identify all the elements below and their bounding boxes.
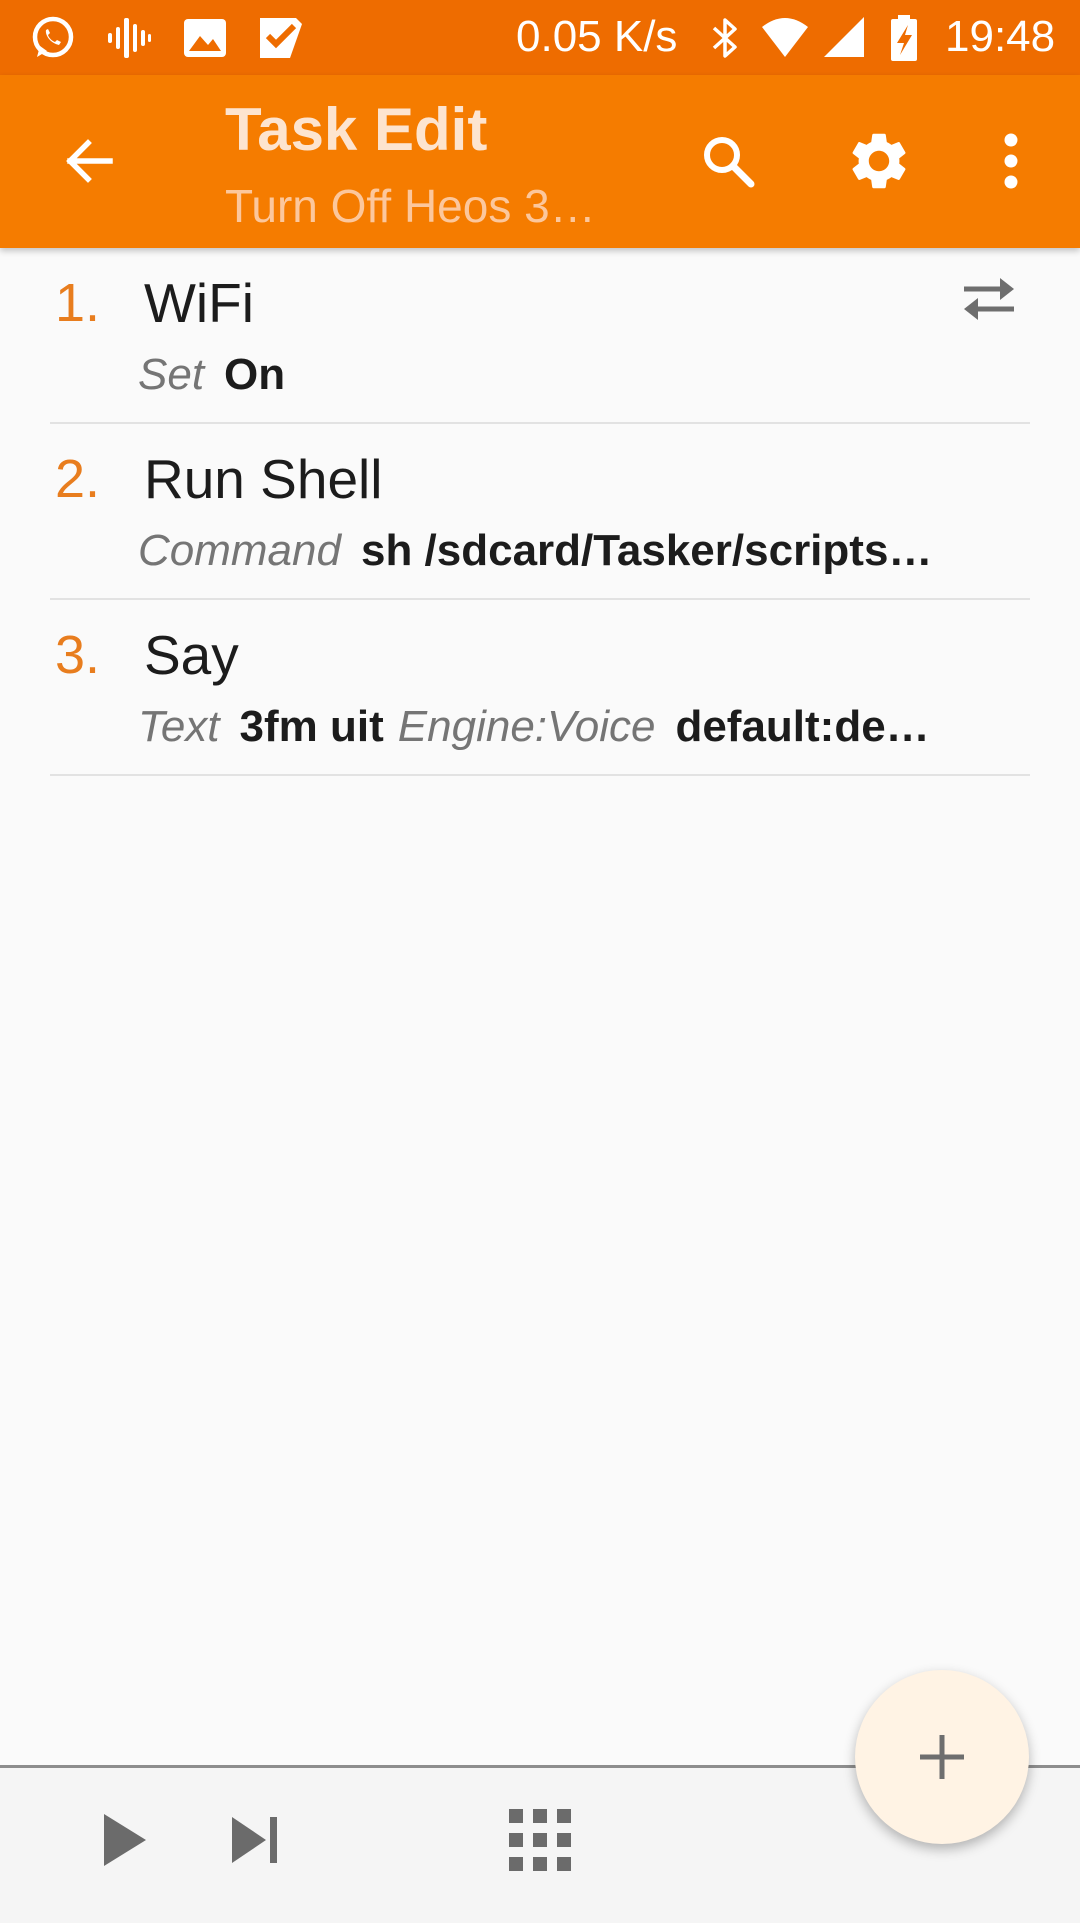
param-label: Command [138, 526, 341, 575]
tasks-icon [256, 13, 306, 63]
status-bar: 0.05 K/s 19:48 [0, 0, 1080, 75]
step-button[interactable] [208, 1792, 304, 1888]
param-value: On [224, 350, 286, 399]
param-label: Set [138, 350, 205, 399]
voice-icon [104, 13, 154, 63]
settings-button[interactable] [831, 113, 927, 209]
action-number: 2. [55, 449, 101, 509]
play-button[interactable] [76, 1792, 172, 1888]
param-value: 3fm uit [239, 702, 384, 751]
action-params: Text 3fm uit Engine:Voice default:de… [138, 700, 944, 754]
gallery-icon [180, 13, 230, 63]
param-label: Text [138, 702, 220, 751]
app-bar: Task Edit Turn Off Heos 3… [0, 75, 1080, 248]
more-vert-icon [1004, 133, 1018, 189]
action-item-run-shell[interactable]: 2. Run Shell Command sh /sdcard/Tasker/sc… [0, 424, 1080, 600]
action-name: Run Shell [144, 448, 383, 510]
apps-grid-icon [509, 1809, 571, 1871]
action-number: 3. [55, 625, 101, 685]
action-item-say[interactable]: 3. Say Text 3fm uit Engine:Voice default:de… [0, 600, 1080, 776]
plus-icon [920, 1735, 964, 1779]
param-value: default:de… [675, 702, 930, 751]
play-icon [104, 1814, 146, 1866]
page-title: Task Edit [225, 96, 488, 163]
signal-icon [820, 13, 870, 63]
wifi-icon [760, 13, 810, 63]
back-arrow-icon [66, 139, 113, 183]
param-value: sh /sdcard/Tasker/scripts… [360, 526, 933, 575]
search-button[interactable] [680, 113, 776, 209]
overflow-menu-button[interactable] [963, 113, 1059, 209]
gear-icon [852, 133, 906, 189]
bluetooth-icon [700, 13, 750, 63]
action-item-wifi[interactable]: 1. WiFi Set On [0, 248, 1080, 424]
action-params: Command sh /sdcard/Tasker/scripts… [138, 524, 946, 578]
actions-grid-button[interactable] [492, 1792, 588, 1888]
action-number: 1. [55, 273, 101, 333]
action-name: Say [144, 624, 239, 686]
clock: 19:48 [945, 12, 1056, 61]
action-name: WiFi [144, 272, 254, 334]
battery-charging-icon [880, 13, 930, 63]
whatsapp-icon [28, 13, 78, 63]
divider [50, 774, 1030, 776]
swap-icon[interactable] [956, 268, 1022, 328]
action-list: 1. WiFi Set On 2. Run Shell Command sh /sd… [0, 248, 1080, 776]
search-icon [704, 137, 755, 188]
add-action-button[interactable] [855, 1670, 1029, 1844]
network-speed: 0.05 K/s [516, 12, 678, 61]
param-label: Engine:Voice [397, 702, 656, 751]
task-name-subtitle: Turn Off Heos 3… [225, 180, 596, 232]
back-button[interactable] [40, 113, 136, 209]
skip-next-icon [232, 1817, 277, 1863]
action-params: Set On [138, 348, 299, 402]
